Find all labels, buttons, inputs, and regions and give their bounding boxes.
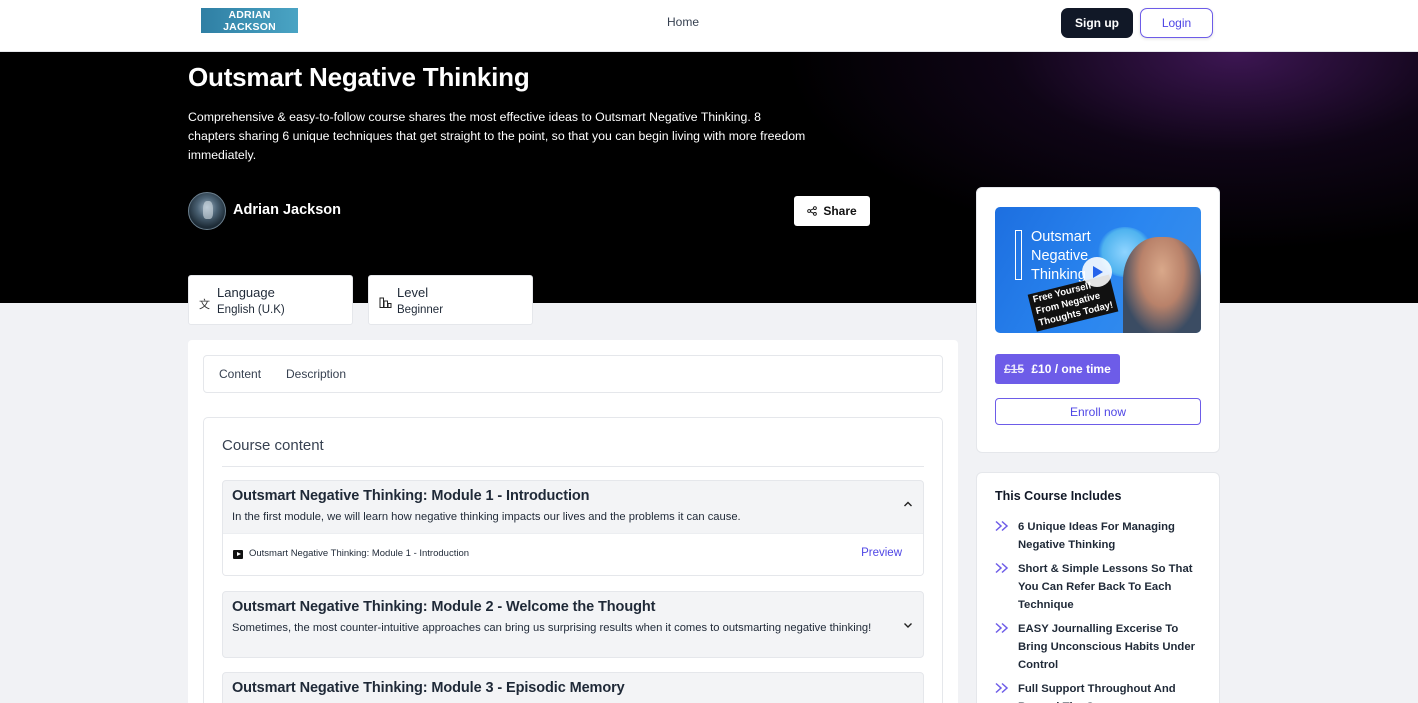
module-description: Sometimes, the most counter-intuitive ap… [232,622,872,634]
content-tabs: Content Description [203,355,943,393]
enroll-button[interactable]: Enroll now [995,398,1201,425]
module-title: Outsmart Negative Thinking: Module 3 - E… [232,680,625,696]
login-button[interactable]: Login [1140,8,1213,38]
module-title: Outsmart Negative Thinking: Module 1 - I… [232,488,590,504]
lesson-title: Outsmart Negative Thinking: Module 1 - I… [249,548,470,559]
course-title: Outsmart Negative Thinking [188,62,530,92]
double-chevron-right-icon [995,562,1009,574]
top-navbar: ADRIAN JACKSON THERAPY Home Sign up Logi… [0,0,1418,52]
chevron-up-icon[interactable] [903,499,913,509]
tab-content[interactable]: Content [219,367,261,381]
includes-item-text: 6 Unique Ideas For Managing Negative Thi… [1018,521,1175,551]
module-3-accordion[interactable]: Outsmart Negative Thinking: Module 3 - E… [222,672,924,703]
course-description: Comprehensive & easy-to-follow course sh… [188,110,806,162]
preview-link[interactable]: Preview [861,547,902,559]
instructor-photo [1123,237,1201,333]
play-icon[interactable] [1082,257,1112,287]
includes-title: This Course Includes [995,489,1122,503]
current-price: £10 / one time [1031,362,1111,376]
includes-item-text: Short & Simple Lessons So That You Can R… [1018,563,1193,611]
share-button[interactable]: Share [794,196,870,226]
double-chevron-right-icon [995,682,1009,694]
signup-button[interactable]: Sign up [1061,8,1133,38]
video-icon [233,550,243,559]
divider [222,466,924,467]
logo-subtext: THERAPY [225,33,274,42]
level-card: Level Beginner [368,275,533,325]
course-content-section: Course content Outsmart Negative Thinkin… [203,417,943,703]
language-label: Language [217,285,275,300]
thumbnail-line: Outsmart [1031,229,1091,245]
double-chevron-right-icon [995,622,1009,634]
chevron-down-icon[interactable] [903,620,913,630]
module-description: In the first module, we will learn how n… [232,511,741,523]
course-main-panel: Content Description Course content Outsm… [188,340,958,703]
logo-text: ADRIAN JACKSON [223,9,276,33]
module-2-accordion[interactable]: Outsmart Negative Thinking: Module 2 - W… [222,591,924,658]
module-title: Outsmart Negative Thinking: Module 2 - W… [232,599,656,615]
language-card: 文 Language English (U.K) [188,275,353,325]
double-chevron-right-icon [995,520,1009,532]
level-value: Beginner [397,304,444,316]
course-video-thumbnail[interactable]: Outsmart Negative Thinking Free Yourself… [995,207,1201,333]
thumbnail-line: Negative [1031,248,1089,264]
price-badge: £15 £10 / one time [995,354,1120,384]
level-label: Level [397,285,429,300]
old-price: £15 [1004,362,1025,376]
share-label: Share [823,204,857,218]
lesson-row[interactable]: Outsmart Negative Thinking: Module 1 - I… [223,533,923,575]
language-value: English (U.K) [217,304,285,316]
author-avatar[interactable] [188,192,226,230]
tab-description[interactable]: Description [286,367,346,381]
purchase-card: Outsmart Negative Thinking Free Yourself… [976,187,1220,453]
brand-logo[interactable]: ADRIAN JACKSON THERAPY [201,8,298,42]
includes-item-text: EASY Journalling Excerise To Bring Uncon… [1018,623,1196,671]
module-1-accordion[interactable]: Outsmart Negative Thinking: Module 1 - I… [222,480,924,576]
author-name[interactable]: Adrian Jackson [233,202,341,218]
includes-item-text: Full Support Throughout And Beyond The C… [1018,683,1176,703]
share-icon [807,206,818,216]
course-includes-card: This Course Includes 6 Unique Ideas For … [976,472,1220,703]
course-content-heading: Course content [222,437,324,454]
thumbnail-bracket [1015,230,1022,280]
translate-icon: 文 [199,299,210,311]
level-bars-icon [379,297,392,308]
nav-home-link[interactable]: Home [667,15,699,29]
